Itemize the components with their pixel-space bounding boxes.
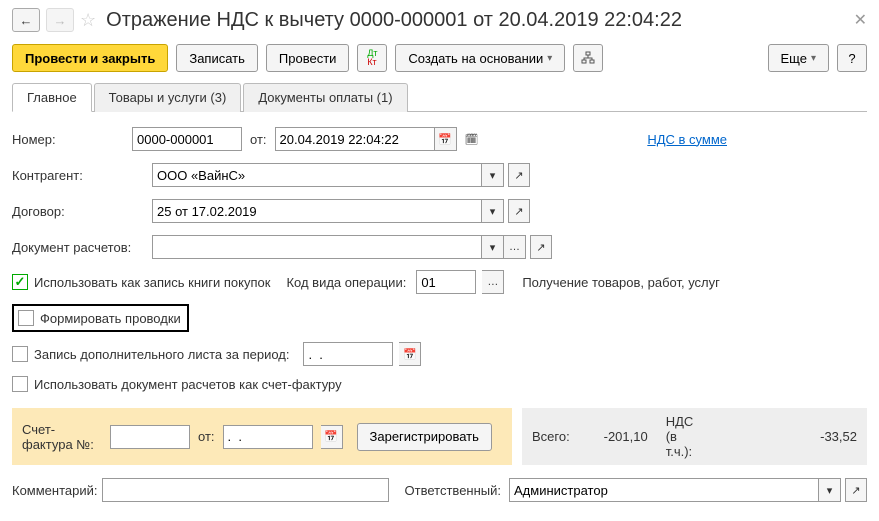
use-book-label: Использовать как запись книги покупок <box>34 275 270 290</box>
ellipsis-icon[interactable]: … <box>504 235 526 259</box>
total-value: -201,10 <box>588 429 648 444</box>
gen-entries-checkbox[interactable] <box>18 310 34 326</box>
help-button[interactable]: ? <box>837 44 867 72</box>
counterparty-label: Контрагент: <box>12 168 152 183</box>
tab-goods[interactable]: Товары и услуги (3) <box>94 83 242 112</box>
create-based-button[interactable]: Создать на основании <box>395 44 565 72</box>
use-book-checkbox[interactable]: ✓ <box>12 274 28 290</box>
op-code-input[interactable] <box>416 270 476 294</box>
vat-label: НДС (в т.ч.): <box>666 414 706 459</box>
structure-button[interactable] <box>573 44 603 72</box>
from-label: от: <box>250 132 267 147</box>
settlement-label: Документ расчетов: <box>12 240 152 255</box>
ellipsis-icon[interactable]: … <box>482 270 504 294</box>
add-sheet-checkbox[interactable] <box>12 346 28 362</box>
dropdown-icon[interactable]: ▾ <box>482 199 504 223</box>
responsible-input[interactable] <box>509 478 819 502</box>
nav-forward: → <box>46 8 74 32</box>
favorite-icon[interactable]: ☆ <box>80 10 96 31</box>
vat-mode-link[interactable]: НДС в сумме <box>647 132 727 147</box>
post-and-close-button[interactable]: Провести и закрыть <box>12 44 168 72</box>
post-button[interactable]: Провести <box>266 44 350 72</box>
vat-value: -33,52 <box>797 429 857 444</box>
nav-back[interactable]: ← <box>12 8 40 32</box>
invoice-panel: Счет-фактура №: от: 📅 Зарегистрировать <box>12 408 512 465</box>
op-code-label: Код вида операции: <box>286 275 406 290</box>
tab-paydocs[interactable]: Документы оплаты (1) <box>243 83 407 112</box>
calendar-icon[interactable]: 📅 <box>435 127 457 151</box>
contract-input[interactable] <box>152 199 482 223</box>
settlement-input[interactable] <box>152 235 482 259</box>
dropdown-icon[interactable]: ▾ <box>819 478 841 502</box>
calendar-icon[interactable]: 📅 <box>321 425 343 449</box>
open-icon[interactable]: ↗ <box>845 478 867 502</box>
open-icon[interactable]: ↗ <box>508 199 530 223</box>
dt-kt-button[interactable]: ДтКт <box>357 44 387 72</box>
tab-main[interactable]: Главное <box>12 83 92 112</box>
sf-from-label: от: <box>198 429 215 444</box>
date-input[interactable] <box>275 127 435 151</box>
gen-entries-highlight: Формировать проводки <box>12 304 189 332</box>
save-button[interactable]: Записать <box>176 44 258 72</box>
more-button[interactable]: Еще <box>768 44 829 72</box>
contract-label: Договор: <box>12 204 152 219</box>
calendar-icon[interactable]: 📅 <box>399 342 421 366</box>
refresh-date-icon[interactable]: 🗓 <box>461 127 483 151</box>
sf-number-input[interactable] <box>110 425 190 449</box>
add-sheet-date-input[interactable] <box>303 342 393 366</box>
totals-panel: Всего: -201,10 НДС (в т.ч.): -33,52 <box>522 408 867 465</box>
add-sheet-label: Запись дополнительного листа за период: <box>34 347 289 362</box>
register-button[interactable]: Зарегистрировать <box>357 423 492 451</box>
number-input[interactable] <box>132 127 242 151</box>
comment-input[interactable] <box>102 478 389 502</box>
counterparty-input[interactable] <box>152 163 482 187</box>
comment-label: Комментарий: <box>12 483 102 498</box>
use-as-invoice-checkbox[interactable] <box>12 376 28 392</box>
op-code-desc: Получение товаров, работ, услуг <box>522 275 720 290</box>
dropdown-icon[interactable]: ▾ <box>482 163 504 187</box>
number-label: Номер: <box>12 132 132 147</box>
sf-label: Счет-фактура №: <box>22 422 102 452</box>
open-icon[interactable]: ↗ <box>530 235 552 259</box>
open-icon[interactable]: ↗ <box>508 163 530 187</box>
total-label: Всего: <box>532 429 570 444</box>
page-title: Отражение НДС к вычету 0000-000001 от 20… <box>106 9 847 32</box>
sf-date-input[interactable] <box>223 425 313 449</box>
close-icon[interactable]: ✕ <box>854 10 867 30</box>
dropdown-icon[interactable]: ▾ <box>482 235 504 259</box>
responsible-label: Ответственный: <box>405 483 501 498</box>
gen-entries-label: Формировать проводки <box>40 311 181 326</box>
use-as-invoice-label: Использовать документ расчетов как счет-… <box>34 377 342 392</box>
